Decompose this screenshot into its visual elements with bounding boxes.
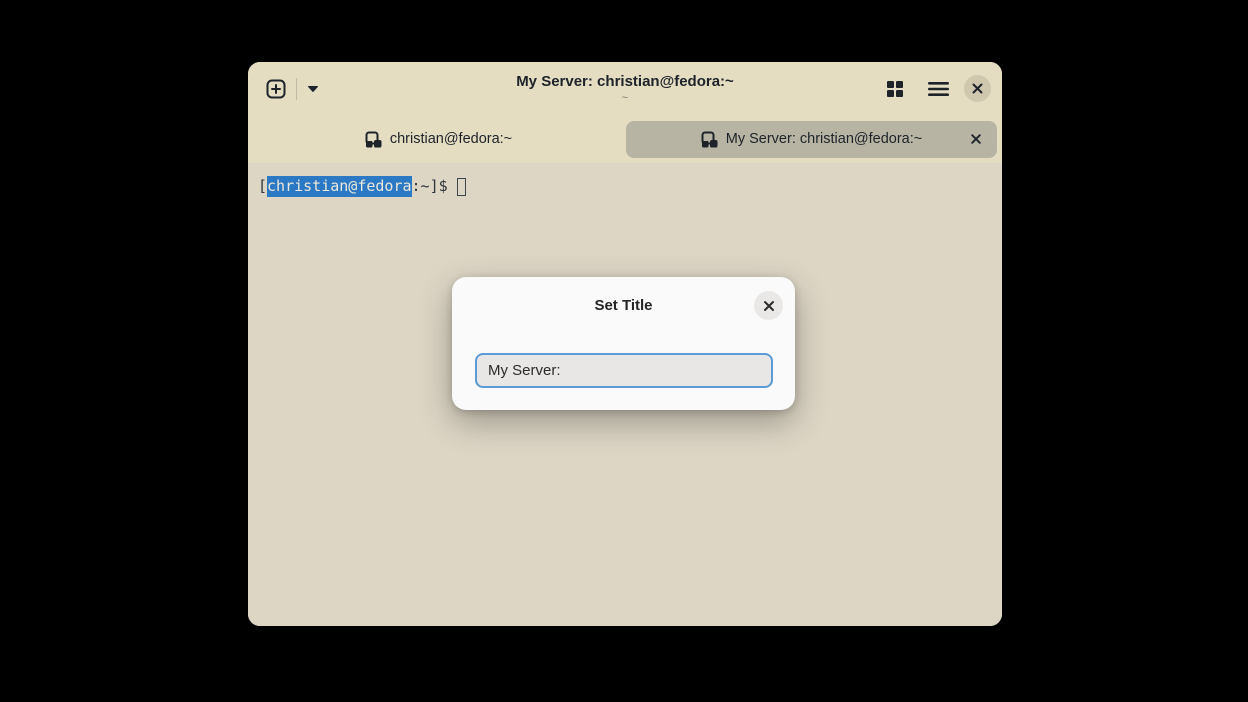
dialog-header: Set Title	[452, 277, 795, 333]
tab-local-session[interactable]: christian@fedora:~	[253, 121, 624, 158]
set-title-dialog: Set Title	[452, 277, 795, 410]
network-computers-icon	[701, 131, 718, 148]
prompt-close: :~]$	[412, 176, 448, 197]
header-separator	[296, 78, 297, 100]
tab-close-button[interactable]	[964, 127, 988, 151]
tab-list-dropdown-button[interactable]	[300, 72, 326, 106]
window-title: My Server: christian@fedora:~	[385, 73, 865, 91]
grid-icon	[886, 80, 904, 98]
selected-user-host: christian@fedora	[267, 176, 412, 197]
tab-bar: christian@fedora:~ My Server: christian@…	[248, 115, 1002, 163]
headerbar-left-controls	[259, 72, 326, 106]
dialog-title: Set Title	[594, 297, 652, 314]
chevron-down-icon	[307, 85, 319, 93]
headerbar: My Server: christian@fedora:~ ~	[248, 62, 1002, 115]
tab-overview-button[interactable]	[878, 72, 912, 106]
tab-label: My Server: christian@fedora:~	[726, 131, 922, 147]
terminal-prompt-line: [christian@fedora:~]$	[258, 176, 992, 197]
tab-label: christian@fedora:~	[390, 131, 512, 147]
close-icon	[763, 300, 775, 312]
main-menu-button[interactable]	[921, 72, 955, 106]
terminal-cursor	[457, 178, 466, 196]
window-title-block: My Server: christian@fedora:~ ~	[385, 73, 865, 105]
close-icon	[972, 83, 983, 94]
close-icon	[971, 134, 981, 144]
dialog-close-button[interactable]	[754, 291, 783, 320]
tab-my-server-session[interactable]: My Server: christian@fedora:~	[626, 121, 997, 158]
plus-square-icon	[266, 79, 286, 99]
window-close-button[interactable]	[964, 75, 991, 102]
window-subtitle: ~	[385, 92, 865, 105]
title-input[interactable]	[475, 353, 773, 388]
hamburger-icon	[928, 81, 949, 97]
prompt-open-bracket: [	[258, 176, 267, 197]
network-computers-icon	[365, 131, 382, 148]
new-tab-button[interactable]	[259, 72, 293, 106]
headerbar-right-controls	[878, 72, 991, 106]
